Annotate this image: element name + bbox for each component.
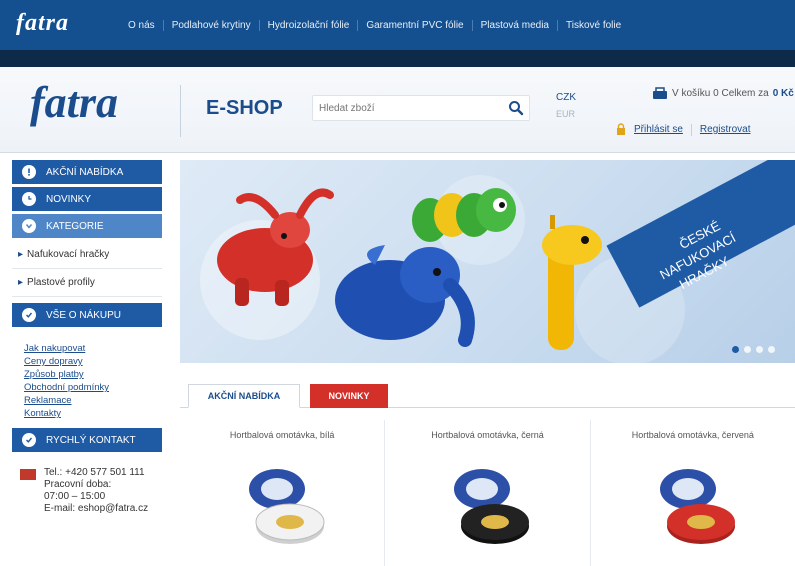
- contact-hours: 07:00 – 15:00: [44, 491, 106, 502]
- sidebar-novinky-label: Novinky: [46, 193, 92, 205]
- product-name[interactable]: Hortbalová omotávka, černá: [431, 430, 544, 444]
- sidebar: Akční nabídka Novinky Kategorie ▸ Nafuko…: [12, 160, 162, 566]
- check-icon: [22, 308, 36, 322]
- carousel-dot-3[interactable]: [756, 346, 763, 353]
- eshop-title: E-SHOP: [206, 97, 283, 119]
- header-divider: [180, 85, 181, 137]
- product-card[interactable]: Hortbalová omotávka, červená: [591, 420, 795, 566]
- check-icon: [22, 433, 36, 447]
- blue-elephant-toy-icon: [335, 245, 475, 347]
- currency-eur[interactable]: EUR: [556, 109, 576, 119]
- currency-switcher[interactable]: CZK EUR: [556, 92, 576, 119]
- top-nav-links: O nás Podlahové krytiny Hydroizolační fó…: [120, 0, 629, 50]
- sidebar-kategorie[interactable]: Kategorie: [12, 214, 162, 238]
- sidebar-item-label: Plastové profily: [27, 277, 95, 288]
- tape-roll-icon: [659, 469, 735, 544]
- carousel-dot-2[interactable]: [744, 346, 751, 353]
- top-nav-link-o-nas[interactable]: O nás: [120, 20, 163, 31]
- dark-divider-bar: [0, 50, 795, 67]
- link-zpusob-platby[interactable]: Způsob platby: [24, 368, 162, 381]
- contact-phone: Tel.: +420 577 501 111: [44, 467, 145, 478]
- carousel-dot-4[interactable]: [768, 346, 775, 353]
- cart-icon: [653, 87, 667, 99]
- search-icon[interactable]: [507, 99, 525, 117]
- currency-czk[interactable]: CZK: [556, 92, 576, 103]
- clock-icon: [22, 192, 36, 206]
- link-ceny-dopravy[interactable]: Ceny dopravy: [24, 355, 162, 368]
- sidebar-vse-o-nakupu[interactable]: Vše o nákupu: [12, 303, 162, 327]
- sidebar-akcni-label: Akční nabídka: [46, 166, 124, 178]
- sidebar-rychly-kontakt[interactable]: Rychlý kontakt: [12, 428, 162, 452]
- site-header: fatra E-SHOP CZK EUR V košíku 0 Celkem z…: [0, 67, 795, 153]
- site-logo[interactable]: fatra: [30, 77, 118, 128]
- cart-total: 0 Kč: [772, 88, 794, 99]
- contact-info: Tel.: +420 577 501 111 Pracovní doba: 07…: [12, 455, 162, 515]
- carousel-dot-1[interactable]: [732, 346, 739, 353]
- phone-badge-icon: [20, 469, 36, 480]
- search-box: [312, 95, 530, 121]
- top-nav-link-hydroizolacni-folie[interactable]: Hydroizolační fólie: [258, 19, 358, 31]
- tape-roll-icon: [454, 469, 530, 544]
- purchase-info-links: Jak nakupovat Ceny dopravy Způsob platby…: [12, 330, 162, 428]
- tab-akcni-nabidka[interactable]: Akční nabídka: [188, 384, 300, 408]
- cart-summary[interactable]: V košíku 0 Celkem za 0 Kč: [652, 87, 794, 100]
- top-nav-link-podlahove-krytiny[interactable]: Podlahové krytiny: [162, 19, 259, 31]
- sidebar-item-nafukovaci-hracky[interactable]: ▸ Nafukovací hračky: [12, 241, 162, 269]
- search-input[interactable]: [313, 96, 493, 120]
- cart-text: V košíku 0 Celkem za: [672, 88, 769, 99]
- sidebar-kategorie-label: Kategorie: [46, 220, 104, 232]
- sidebar-akcni-nabidka[interactable]: Akční nabídka: [12, 160, 162, 184]
- sidebar-novinky[interactable]: Novinky: [12, 187, 162, 211]
- product-card[interactable]: Hortbalová omotávka, černá: [385, 420, 591, 566]
- contact-email: E-mail: eshop@fatra.cz: [44, 503, 149, 514]
- top-nav-link-tiskove-folie[interactable]: Tiskové folie: [556, 19, 629, 31]
- sidebar-item-plastove-profily[interactable]: ▸ Plastové profily: [12, 269, 162, 297]
- sidebar-kontakt-label: Rychlý kontakt: [46, 434, 136, 446]
- lock-icon: [617, 123, 625, 135]
- product-grid: Hortbalová omotávka, bílá Hortbalová omo…: [180, 420, 795, 566]
- account-links: Přihlásit se Registrovat: [616, 123, 750, 136]
- link-kontakty[interactable]: Kontakty: [24, 407, 162, 420]
- bullet-icon: ▸: [18, 249, 24, 260]
- product-card[interactable]: Hortbalová omotávka, bílá: [180, 420, 386, 566]
- link-reklamace[interactable]: Reklamace: [24, 394, 162, 407]
- hero-banner[interactable]: ČESKÉ NAFUKOVACÍ HRAČKY: [180, 160, 795, 363]
- tape-roll-icon: [249, 469, 325, 544]
- register-link[interactable]: Registrovat: [700, 124, 751, 135]
- exclamation-icon: [22, 165, 36, 179]
- contact-hours-label: Pracovní doba:: [44, 479, 112, 490]
- top-nav-link-plastova-media[interactable]: Plastová media: [471, 19, 557, 31]
- banner-illustration: ČESKÉ NAFUKOVACÍ HRAČKY: [200, 160, 795, 363]
- link-jak-nakupovat[interactable]: Jak nakupovat: [24, 342, 162, 355]
- top-nav: fatra O nás Podlahové krytiny Hydroizola…: [0, 0, 795, 50]
- carousel-dots: [732, 346, 775, 353]
- product-name[interactable]: Hortbalová omotávka, bílá: [230, 430, 335, 444]
- sidebar-item-label: Nafukovací hračky: [27, 249, 110, 260]
- tab-novinky[interactable]: Novinky: [310, 384, 388, 408]
- account-divider: [690, 123, 692, 136]
- bullet-icon: ▸: [18, 277, 24, 288]
- top-nav-link-garamentni-folie[interactable]: Garamentní PVC fólie: [357, 19, 471, 31]
- product-tabs: Akční nabídka Novinky: [180, 380, 795, 408]
- product-name[interactable]: Hortbalová omotávka, červená: [632, 430, 754, 444]
- sidebar-vse-label: Vše o nákupu: [46, 309, 122, 321]
- top-brand-logo[interactable]: fatra: [16, 10, 69, 37]
- link-obchodni-podminky[interactable]: Obchodní podmínky: [24, 381, 162, 394]
- login-link[interactable]: Přihlásit se: [634, 124, 683, 135]
- chevron-down-icon: [22, 219, 36, 233]
